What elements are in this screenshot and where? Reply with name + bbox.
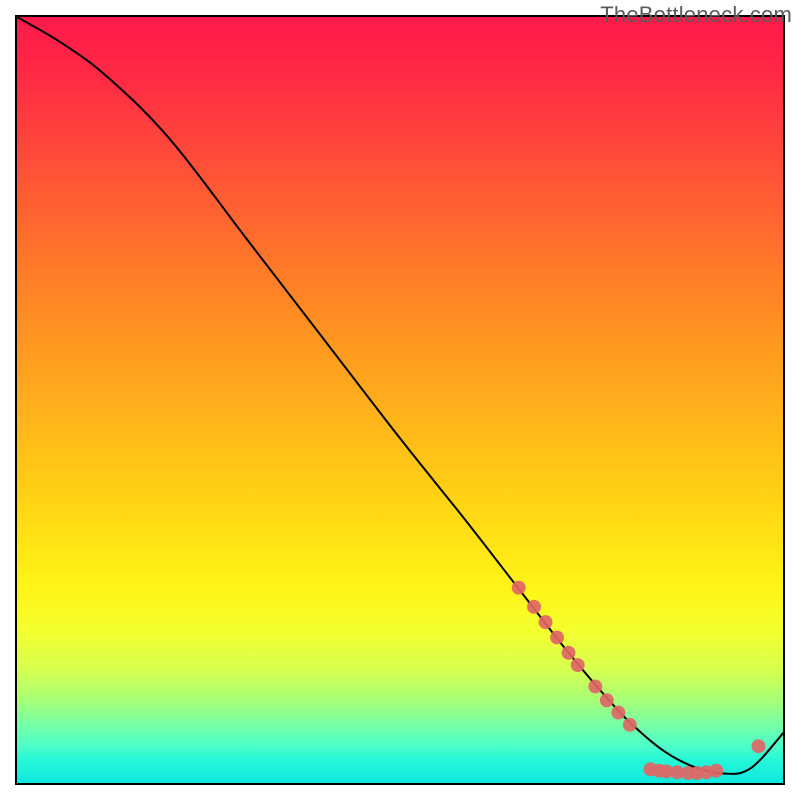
data-point-marker [611,706,625,720]
plot-frame [15,15,785,785]
marker-layer [512,581,766,780]
data-point-marker [709,764,723,778]
data-point-marker [550,630,564,644]
data-point-marker [752,739,766,753]
data-point-marker [623,718,637,732]
data-point-marker [588,680,602,694]
bottleneck-curve [17,17,783,774]
data-point-marker [562,646,576,660]
data-point-marker [600,693,614,707]
chart-canvas: TheBottleneck.com [0,0,800,800]
data-point-marker [539,615,553,629]
data-point-marker [527,600,541,614]
data-point-marker [571,658,585,672]
plot-overlay [17,17,783,783]
data-point-marker [512,581,526,595]
